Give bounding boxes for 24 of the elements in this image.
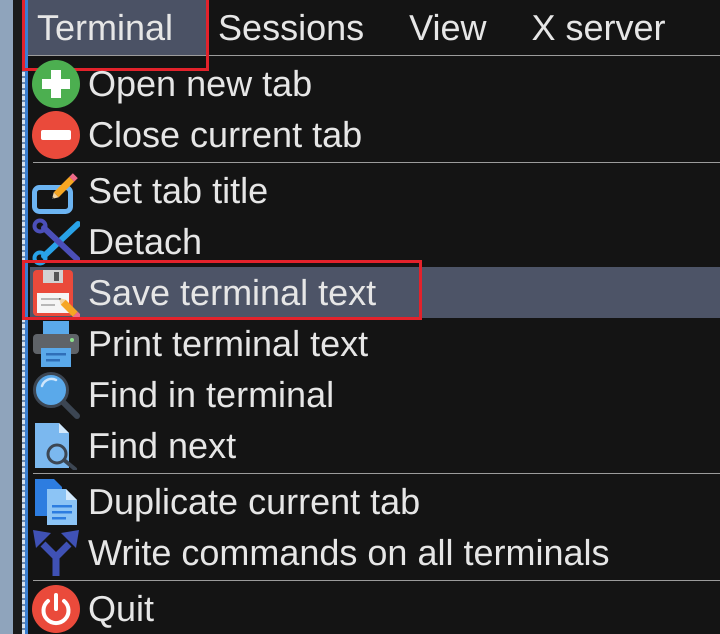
menu-item[interactable]: Open new tab <box>30 58 720 109</box>
search-icon <box>32 370 80 418</box>
menu-item[interactable]: Write commands on all terminals <box>30 527 720 578</box>
minus-circle-icon <box>32 110 80 158</box>
menu-bar-item[interactable]: View <box>400 0 523 55</box>
menu-item[interactable]: Close current tab <box>30 109 720 160</box>
document-search-icon <box>32 422 80 470</box>
menu-item[interactable]: Quit <box>30 583 720 634</box>
plus-circle-icon <box>32 60 80 108</box>
menu-item[interactable]: Save terminal text <box>30 267 720 318</box>
scissors-icon <box>32 218 80 266</box>
duplicate-pages-icon <box>32 478 80 526</box>
menu-item[interactable]: Set tab title <box>30 165 720 216</box>
menu-item[interactable]: Duplicate current tab <box>30 476 720 527</box>
menu-item[interactable]: Detach <box>30 216 720 267</box>
menu-item[interactable]: Print terminal text <box>30 318 720 369</box>
menu-item[interactable]: Find next <box>30 420 720 471</box>
fork-arrows-icon <box>32 528 80 576</box>
menu-bar-item[interactable]: X server <box>522 0 702 55</box>
power-icon <box>32 584 80 632</box>
floppy-disk-icon <box>32 268 80 316</box>
menu-bar-item[interactable]: Sessions <box>209 0 400 55</box>
menu-item[interactable]: Find in terminal <box>30 369 720 420</box>
printer-icon <box>32 320 80 368</box>
